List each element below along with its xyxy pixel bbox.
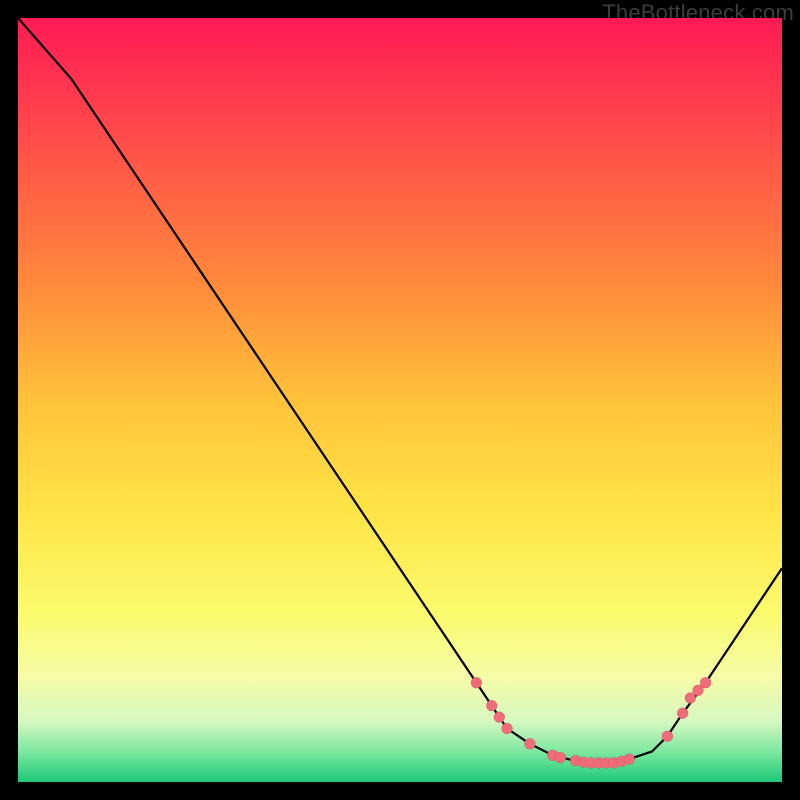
plot-area <box>18 18 782 782</box>
data-marker <box>700 677 711 688</box>
data-marker <box>677 708 688 719</box>
data-marker <box>524 738 535 749</box>
data-marker <box>624 754 635 765</box>
data-marker <box>494 712 505 723</box>
data-marker <box>662 731 673 742</box>
data-marker <box>486 700 497 711</box>
data-marker <box>555 752 566 763</box>
data-marker <box>471 677 482 688</box>
data-marker <box>502 723 513 734</box>
chart-svg <box>18 18 782 782</box>
chart-stage: TheBottleneck.com <box>0 0 800 800</box>
bottleneck-curve <box>18 18 782 763</box>
